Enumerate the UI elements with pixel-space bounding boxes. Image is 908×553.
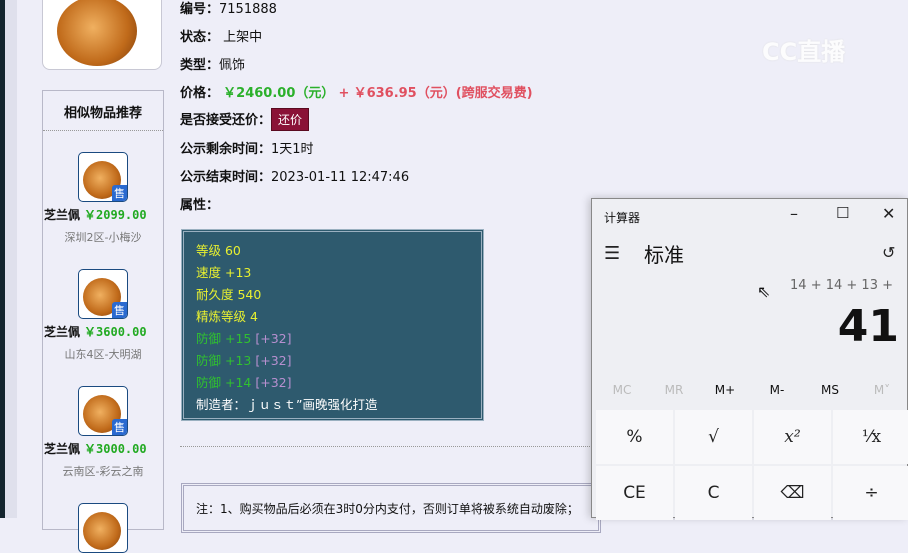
mr-button[interactable]: MR — [648, 383, 700, 397]
attributes-box: 等级 60 速度 +13 耐久度 540 精炼等级 4 防御 +15 [+32]… — [181, 229, 484, 421]
square-button[interactable]: x² — [754, 410, 831, 464]
price: ￥2460.00（元） — [223, 86, 335, 101]
divider — [180, 446, 600, 447]
attr-defense: 防御 +14 [+32] — [196, 375, 292, 390]
similar-items-panel: 相似物品推荐 售 芝兰佩 ￥2099.00 深圳2区-小梅沙 售 芝兰佩 ￥3600… — [42, 90, 164, 553]
attr-refine: 精炼等级 4 — [196, 309, 258, 324]
backspace-button[interactable]: ⌫ — [754, 466, 831, 520]
watermark-logo: CC直播 — [762, 38, 846, 66]
reciprocal-button[interactable]: ⅟x — [833, 410, 908, 464]
rec-item-name[interactable]: 芝兰佩 — [44, 442, 80, 456]
mouse-cursor-icon: ⇖ — [757, 282, 771, 301]
expression: 14 + 14 + 13 + — [790, 278, 893, 293]
remaining-time-row: 公示剩余时间：1天1时 — [180, 142, 314, 157]
percent-button[interactable]: % — [596, 410, 673, 464]
item-icon[interactable] — [78, 503, 128, 553]
bargain-button[interactable]: 还价 — [271, 108, 310, 131]
rec-item-price: ￥2099.00 — [84, 208, 147, 222]
attr-maker: 制造者：ｊｕｓｔ”画晚强化打造 — [196, 397, 378, 412]
rec-item-name[interactable]: 芝兰佩 — [44, 208, 80, 222]
item-icon[interactable]: 售 — [78, 386, 128, 436]
rec-item-name[interactable]: 芝兰佩 — [44, 325, 80, 339]
result-display: 41 — [837, 301, 899, 352]
sqrt-button[interactable]: √ — [675, 410, 752, 464]
attr-defense: 防御 +13 [+32] — [196, 353, 292, 368]
item-id-row: 编号：7151888 — [180, 2, 277, 17]
cross-server-fee: ￥636.95（元）(跨服交易费) — [353, 86, 533, 101]
rec-item-server: 山东4区-大明湖 — [64, 348, 142, 361]
similar-items-title: 相似物品推荐 — [43, 91, 163, 131]
memory-list-button[interactable]: M˅ — [856, 383, 908, 397]
m-plus-button[interactable]: M+ — [699, 383, 751, 397]
rec-item[interactable]: 售 芝兰佩 ￥2099.00 深圳2区-小梅沙 — [43, 152, 163, 245]
clear-button[interactable]: C — [675, 466, 752, 520]
attr-durability: 耐久度 540 — [196, 287, 262, 302]
status-row: 状态： 上架中 — [180, 30, 263, 45]
rec-item-price: ￥3600.00 — [84, 325, 147, 339]
sell-badge: 售 — [112, 419, 127, 435]
menu-icon[interactable]: ☰ — [604, 243, 620, 264]
m-minus-button[interactable]: M- — [751, 383, 803, 397]
attr-speed: 速度 +13 — [196, 265, 252, 280]
history-icon[interactable]: ↺ — [882, 243, 895, 262]
minimize-icon[interactable]: – — [790, 204, 798, 223]
end-time-row: 公示结束时间：2023-01-11 12:47:46 — [180, 170, 410, 185]
attr-defense: 防御 +15 [+32] — [196, 331, 292, 346]
rec-item[interactable]: 售 芝兰佩 ￥3000.00 云南区-彩云之南 — [43, 386, 163, 479]
sell-badge: 售 — [112, 185, 127, 201]
rec-item-server: 云南区-彩云之南 — [62, 465, 144, 478]
rec-item[interactable] — [43, 503, 163, 553]
left-margin — [5, 0, 17, 518]
item-icon[interactable]: 售 — [78, 269, 128, 319]
rec-item[interactable]: 售 芝兰佩 ￥3600.00 山东4区-大明湖 — [43, 269, 163, 362]
sell-badge: 售 — [112, 302, 127, 318]
price-row: 价格： ￥2460.00（元） + ￥636.95（元）(跨服交易费) — [180, 86, 533, 101]
attributes-label: 属性： — [180, 198, 220, 213]
item-icon[interactable]: 售 — [78, 152, 128, 202]
calculator-mode: 标准 — [644, 243, 684, 267]
item-image — [42, 0, 162, 70]
type-row: 类型：佩饰 — [180, 58, 246, 73]
bargain-row: 是否接受还价： 还价 — [180, 108, 310, 131]
rec-item-price: ￥3000.00 — [84, 442, 147, 456]
divide-button[interactable]: ÷ — [833, 466, 908, 520]
rec-item-server: 深圳2区-小梅沙 — [64, 231, 142, 244]
purchase-note: 注：1、购买物品后必须在3时0分内支付，否则订单将被系统自动废除； — [181, 483, 601, 533]
mc-button[interactable]: MC — [596, 383, 648, 397]
close-icon[interactable]: ✕ — [882, 204, 895, 223]
calculator-title: 计算器 — [604, 211, 641, 225]
calculator-window: 计算器 – ☐ ✕ ☰ 标准 ↺ 14 + 14 + 13 + 41 MC MR… — [591, 198, 908, 520]
ms-button[interactable]: MS — [804, 383, 856, 397]
maximize-icon[interactable]: ☐ — [836, 204, 849, 222]
attr-level: 等级 60 — [196, 243, 241, 258]
ce-button[interactable]: CE — [596, 466, 673, 520]
